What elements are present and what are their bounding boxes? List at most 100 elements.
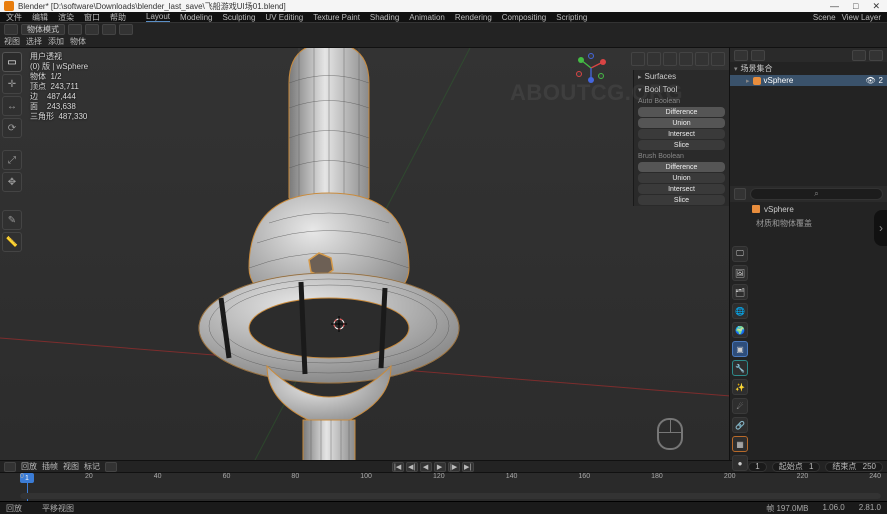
mode-dropdown[interactable]: 物体模式: [21, 24, 65, 35]
timeline-keying-menu[interactable]: 插帧: [42, 461, 58, 472]
prop-tab-physics[interactable]: ☄: [732, 398, 748, 414]
prop-tab-scene[interactable]: 🌐: [732, 303, 748, 319]
brush-difference[interactable]: Difference: [638, 162, 725, 172]
snap-icon[interactable]: [85, 24, 99, 35]
npanel-brushboolean-label: Brush Boolean: [634, 151, 729, 161]
timeline-view-menu[interactable]: 视图: [63, 461, 79, 472]
next-key-button[interactable]: |▶: [448, 462, 460, 472]
shading-solid[interactable]: [679, 52, 693, 66]
tool-annotate[interactable]: ✎: [2, 210, 22, 230]
window-minimize-button[interactable]: —: [827, 1, 842, 11]
shading-rendered[interactable]: [711, 52, 725, 66]
brush-intersect[interactable]: Intersect: [638, 184, 725, 194]
prev-key-button[interactable]: ◀|: [406, 462, 418, 472]
prop-tab-mesh[interactable]: ▦: [732, 436, 748, 452]
proportional-icon[interactable]: [102, 24, 116, 35]
tab-layout[interactable]: Layout: [146, 12, 170, 22]
start-frame-field[interactable]: 起始点 1: [772, 462, 821, 472]
navigation-gizmo[interactable]: [575, 52, 607, 84]
timeline-marker-menu[interactable]: 标记: [84, 461, 100, 472]
blender-logo-icon: [4, 1, 14, 11]
play-reverse-button[interactable]: ◀: [420, 462, 432, 472]
bool-union[interactable]: Union: [638, 118, 725, 128]
prop-tab-material[interactable]: ●: [732, 455, 748, 471]
pivot-icon[interactable]: [68, 24, 82, 35]
prop-tab-modifiers[interactable]: 🔧: [732, 360, 748, 376]
brush-slice[interactable]: Slice: [638, 195, 725, 205]
bool-difference[interactable]: Difference: [638, 107, 725, 117]
bool-intersect[interactable]: Intersect: [638, 129, 725, 139]
tab-modeling[interactable]: Modeling: [180, 13, 212, 22]
tab-scripting[interactable]: Scripting: [556, 13, 587, 22]
prop-tab-render[interactable]: 🖵: [732, 246, 748, 262]
prop-tab-constraints[interactable]: 🔗: [732, 417, 748, 433]
prop-tab-world[interactable]: 🌍: [732, 322, 748, 338]
mesh-object-spaceship[interactable]: [149, 48, 509, 460]
editor-type-icon[interactable]: [4, 24, 18, 35]
tab-animation[interactable]: Animation: [409, 13, 445, 22]
viewlayer-dropdown[interactable]: View Layer: [842, 13, 881, 22]
scene-dropdown[interactable]: Scene: [813, 13, 836, 22]
right-panel: ▾ 场景集合 ▸ vSphere 👁 2 ⌕ vSphere 材质和物体覆盖 🖵: [729, 48, 887, 460]
tool-scale[interactable]: ⤢: [2, 150, 22, 170]
shading-matprev[interactable]: [695, 52, 709, 66]
bool-slice[interactable]: Slice: [638, 140, 725, 150]
expand-sidebar-tab[interactable]: ›: [874, 210, 887, 246]
tab-rendering[interactable]: Rendering: [455, 13, 492, 22]
outliner[interactable]: ▾ 场景集合 ▸ vSphere 👁 2: [730, 62, 887, 86]
menu-window[interactable]: 窗口: [84, 12, 100, 23]
tab-uv[interactable]: UV Editing: [265, 13, 303, 22]
menu-file[interactable]: 文件: [6, 12, 22, 23]
outliner-display-mode[interactable]: [751, 50, 765, 61]
prop-tab-object[interactable]: ▣: [732, 341, 748, 357]
outliner-editor-icon[interactable]: [734, 50, 748, 61]
tab-sculpting[interactable]: Sculpting: [223, 13, 256, 22]
orientation-icon[interactable]: [119, 24, 133, 35]
header-view[interactable]: 视图: [4, 36, 20, 47]
shading-wireframe[interactable]: [663, 52, 677, 66]
outliner-item-vsphere[interactable]: ▸ vSphere 👁 2: [730, 75, 887, 86]
header-select[interactable]: 选择: [26, 36, 42, 47]
tab-texpaint[interactable]: Texture Paint: [313, 13, 360, 22]
window-maximize-button[interactable]: □: [850, 1, 861, 11]
tool-rotate[interactable]: ⟳: [2, 118, 22, 138]
properties-search[interactable]: ⌕: [750, 188, 883, 200]
outliner-filter-icon[interactable]: [852, 50, 866, 61]
current-frame-field[interactable]: 1: [748, 462, 766, 472]
outliner-toggle-viewport[interactable]: 👁: [865, 76, 875, 85]
tool-select-box[interactable]: ▭: [2, 52, 22, 72]
prop-tab-viewlayer[interactable]: 🗂: [732, 284, 748, 300]
play-button[interactable]: ▶: [434, 462, 446, 472]
tool-measure[interactable]: 📏: [2, 232, 22, 252]
tool-cursor[interactable]: ✛: [2, 74, 22, 94]
menu-edit[interactable]: 编辑: [32, 12, 48, 23]
tab-compositing[interactable]: Compositing: [502, 13, 546, 22]
3d-viewport[interactable]: ▭ ✛ ↔ ⟳ ⤢ ✥ ✎ 📏 用户透视 (0) 版 | wSphere 物体 …: [0, 48, 729, 460]
timeline-area[interactable]: 1 02040 6080100 120140160 180200220 240: [0, 472, 887, 501]
prop-tab-particles[interactable]: ✨: [732, 379, 748, 395]
overlays-toggle[interactable]: [631, 52, 645, 66]
header-add[interactable]: 添加: [48, 36, 64, 47]
menu-help[interactable]: 帮助: [110, 12, 126, 23]
tool-transform[interactable]: ✥: [2, 172, 22, 192]
brush-union[interactable]: Union: [638, 173, 725, 183]
timeline-play-menu[interactable]: 回放: [21, 461, 37, 472]
jump-start-button[interactable]: |◀: [392, 462, 404, 472]
timeline-scrollbar[interactable]: [20, 493, 881, 499]
outliner-scene-collection[interactable]: ▾ 场景集合: [730, 62, 887, 75]
end-frame-field[interactable]: 结束点 250: [825, 462, 883, 472]
autokey-toggle[interactable]: [105, 462, 117, 472]
window-close-button[interactable]: ✕: [869, 1, 883, 12]
outliner-new-collection-icon[interactable]: [869, 50, 883, 61]
properties-editor-icon[interactable]: [734, 188, 746, 200]
header-object[interactable]: 物体: [70, 36, 86, 47]
npanel-booltool-header[interactable]: Bool Tool: [634, 83, 729, 96]
tab-shading[interactable]: Shading: [370, 13, 399, 22]
xray-toggle[interactable]: [647, 52, 661, 66]
jump-end-button[interactable]: ▶|: [462, 462, 474, 472]
tool-move[interactable]: ↔: [2, 96, 22, 116]
npanel-surfaces-header[interactable]: Surfaces: [634, 70, 729, 83]
timeline-editor-icon[interactable]: [4, 462, 16, 472]
prop-tab-output[interactable]: 🖼: [732, 265, 748, 281]
menu-render[interactable]: 渲染: [58, 12, 74, 23]
